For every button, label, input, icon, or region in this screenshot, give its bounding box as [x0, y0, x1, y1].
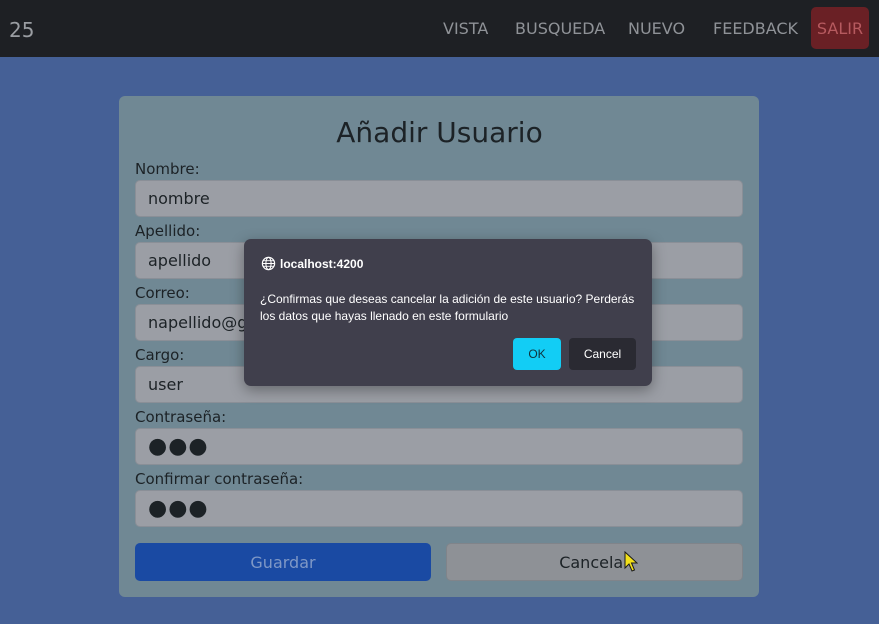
globe-icon	[261, 256, 276, 271]
navbar: 25 VISTA BUSQUEDA NUEVO FEEDBACK SALIR	[0, 0, 879, 57]
dialog-cancel-button[interactable]: Cancel	[569, 338, 636, 370]
save-button[interactable]: Guardar	[135, 543, 431, 581]
confirm-password-label: Confirmar contraseña:	[135, 470, 304, 488]
dialog-host: localhost:4200	[280, 257, 364, 271]
cancel-button[interactable]: Cancelar	[446, 543, 743, 581]
navbar-brand[interactable]: 25	[9, 18, 34, 42]
confirm-password-input[interactable]: ●●●	[135, 490, 743, 527]
password-label: Contraseña:	[135, 408, 227, 426]
exit-button[interactable]: SALIR	[811, 7, 869, 49]
nav-link-vista[interactable]: VISTA	[443, 19, 488, 38]
nav-link-busqueda[interactable]: BUSQUEDA	[515, 19, 605, 38]
form-title: Añadir Usuario	[336, 116, 543, 149]
dialog-message: ¿Confirmas que deseas cancelar la adició…	[260, 292, 635, 323]
password-input[interactable]: ●●●	[135, 428, 743, 465]
nav-link-feedback[interactable]: FEEDBACK	[713, 19, 798, 38]
nav-link-nuevo[interactable]: NUEVO	[628, 19, 685, 38]
mouse-pointer-icon	[624, 551, 638, 572]
email-label: Correo:	[135, 284, 190, 302]
first-name-label: Nombre:	[135, 160, 200, 178]
first-name-input[interactable]: nombre	[135, 180, 743, 217]
last-name-label: Apellido:	[135, 222, 201, 240]
dialog-ok-button[interactable]: OK	[513, 338, 561, 370]
role-label: Cargo:	[135, 346, 185, 364]
